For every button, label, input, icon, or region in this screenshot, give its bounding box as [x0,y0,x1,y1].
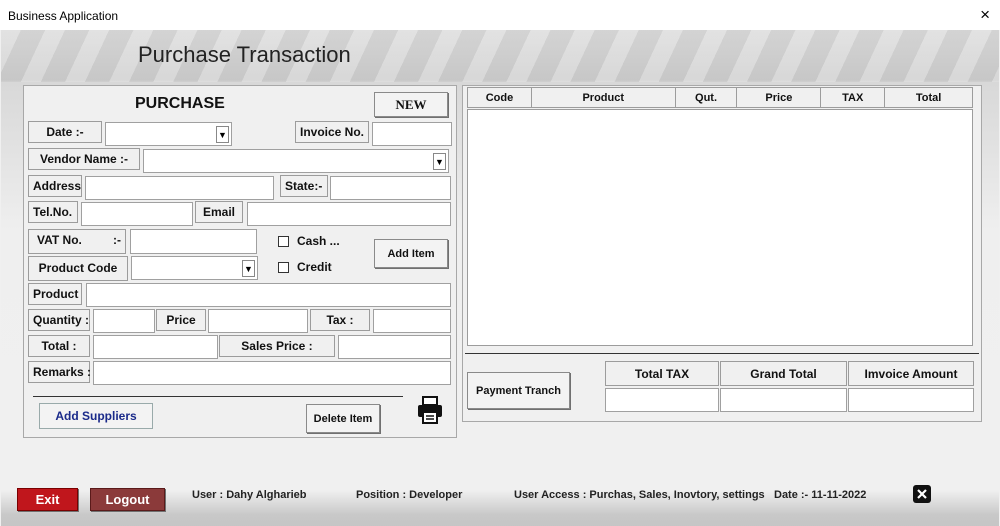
product-label: Product [28,283,82,305]
column-header-total[interactable]: Total [884,87,973,108]
form-heading: PURCHASE [135,95,225,112]
payment-tranch-button[interactable]: Payment Tranch [467,372,570,409]
product-code-select[interactable]: ▼ [131,256,258,280]
delete-item-button[interactable]: Delete Item [306,404,380,433]
email-label: Email [195,201,243,223]
total-tax-field[interactable] [605,388,719,412]
column-header-price[interactable]: Price [736,87,822,108]
sales-price-label: Sales Price : [219,335,335,357]
new-button[interactable]: NEW [374,92,448,117]
product-field[interactable] [86,283,451,307]
quantity-label: Quantity : [28,309,90,331]
tel-label: Tel.No. [28,201,78,223]
invoice-amount-label: Imvoice Amount [848,361,974,386]
items-list[interactable] [467,109,973,346]
price-label: Price [156,309,206,331]
grand-total-field[interactable] [720,388,847,412]
invoice-amount-field[interactable] [848,388,974,412]
access-status: User Access : Purchas, Sales, Inovtory, … [514,489,765,501]
tel-field[interactable] [81,202,193,226]
position-status: Position : Developer [356,489,463,501]
tax-label: Tax : [310,309,370,331]
column-header-tax[interactable]: TAX [820,87,886,108]
column-header-code[interactable]: Code [467,87,532,108]
price-field[interactable] [208,309,308,333]
checkbox-box[interactable] [278,261,289,273]
tax-field[interactable] [373,309,451,333]
checkbox-box[interactable] [278,235,289,247]
product-code-label: Product Code [28,256,128,281]
invoice-label: Invoice No. [295,121,369,143]
remarks-field[interactable] [93,361,451,385]
vendor-label: Vendor Name :- [28,148,140,170]
cash-label: Cash ... [297,234,340,248]
date-label: Date :- [28,121,102,143]
invoice-field[interactable] [372,122,452,146]
chevron-down-icon[interactable]: ▼ [433,153,446,170]
user-status: User : Dahy Algharieb [192,489,307,501]
vat-label: VAT No. :- [28,229,126,254]
title-bar: Business Application × [0,0,1000,30]
add-suppliers-button[interactable]: Add Suppliers [39,403,153,429]
remarks-label: Remarks : [28,361,91,383]
state-label: State:- [280,175,328,197]
column-header-qut[interactable]: Qut. [674,87,738,108]
logout-button[interactable]: Logout [90,488,165,511]
chevron-down-icon[interactable]: ▼ [216,126,229,143]
sales-price-field[interactable] [338,335,451,359]
close-icon[interactable]: × [980,5,990,25]
page-title: Purchase Transaction [138,42,351,67]
address-label: Address [28,175,82,197]
vat-field[interactable] [130,229,257,254]
date-status: Date :- 11-11-2022 [774,489,867,501]
window-title: Business Application [8,9,119,23]
vendor-select[interactable]: ▼ [143,149,449,173]
date-picker[interactable]: ▼ [105,122,232,146]
grand-total-label: Grand Total [720,361,847,386]
printer-icon[interactable] [416,396,444,424]
vat-label-text: VAT No. [37,233,82,247]
total-label: Total : [28,335,90,357]
quantity-field[interactable] [93,309,155,333]
credit-checkbox[interactable]: Credit [278,260,332,274]
vat-separator: :- [113,233,121,247]
items-table-header: Code Product Qut. Price TAX Total [467,87,973,108]
divider [33,396,403,397]
exit-button[interactable]: Exit [17,488,78,511]
credit-label: Credit [297,260,332,274]
chevron-down-icon[interactable]: ▼ [242,260,255,277]
column-header-product[interactable]: Product [530,87,676,108]
email-field[interactable] [247,202,451,226]
total-field[interactable] [93,335,218,359]
add-item-button[interactable]: Add Item [374,239,448,268]
close-icon[interactable] [913,485,931,503]
cash-checkbox[interactable]: Cash ... [278,234,340,248]
state-field[interactable] [330,176,451,200]
total-tax-label: Total TAX [605,361,719,386]
address-field[interactable] [85,176,274,200]
divider [465,353,979,354]
